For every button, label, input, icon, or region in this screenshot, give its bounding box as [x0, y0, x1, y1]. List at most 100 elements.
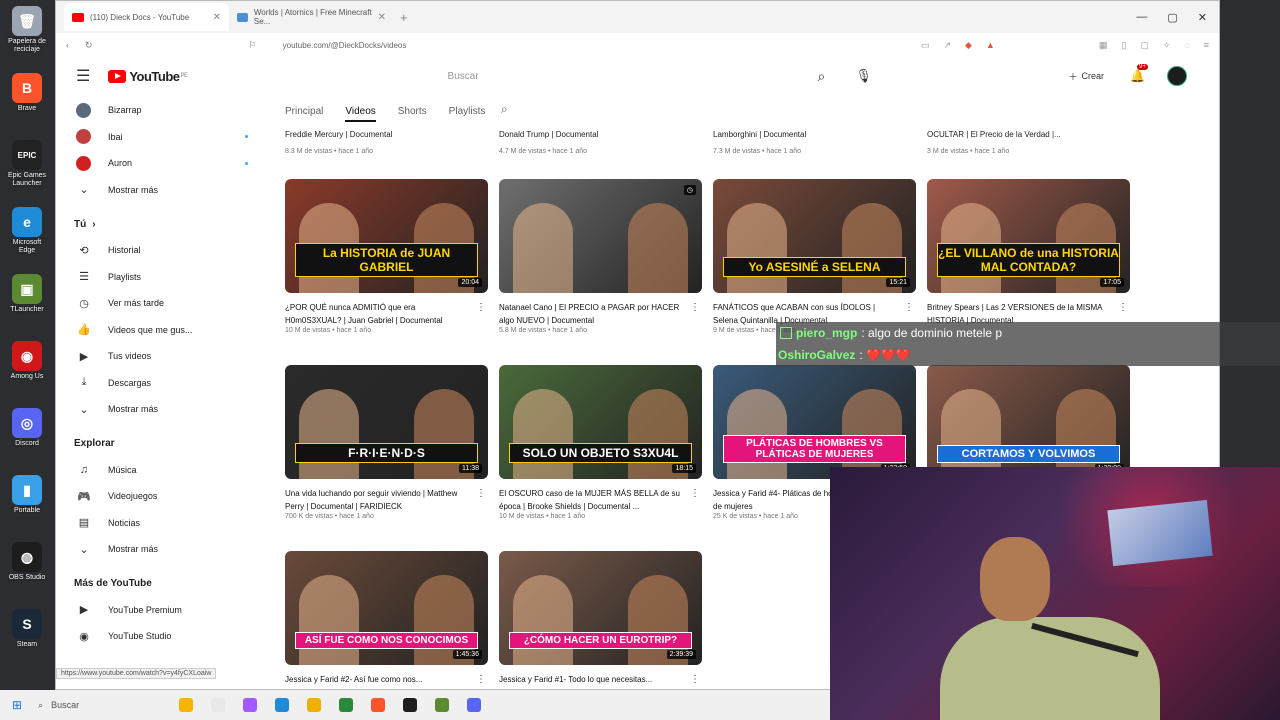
more-options-icon[interactable]: ⋮: [690, 487, 700, 500]
sidebar-you-item[interactable]: ⟲ Historial: [56, 237, 266, 264]
desktop-icon[interactable]: ◎ Discord: [4, 408, 50, 448]
close-tab-icon[interactable]: ✕: [213, 12, 221, 23]
desktop-icon[interactable]: ◍ OBS Studio: [4, 542, 50, 582]
video-thumbnail[interactable]: ◷: [499, 179, 702, 293]
sidebar-explore-item[interactable]: ⌄ Mostrar más: [56, 536, 266, 563]
search-input[interactable]: Buscar: [448, 71, 788, 82]
new-tab-button[interactable]: +: [400, 10, 408, 25]
video-thumbnail[interactable]: CORTAMOS Y VOLVIMOS1:30:09: [927, 365, 1130, 479]
menu-icon[interactable]: ≡: [1204, 40, 1209, 51]
search-icon[interactable]: ⌕: [818, 68, 826, 85]
sidebar-explore-item[interactable]: ♫ Música: [56, 457, 266, 484]
sidebar-explore-item[interactable]: 🎮 Videojuegos: [56, 483, 266, 510]
sidebar-you-item[interactable]: ⌄ Mostrar más: [56, 396, 266, 423]
taskbar-app-icon[interactable]: [339, 698, 354, 712]
video-card[interactable]: ¿CÓMO HACER UN EUROTRIP? 2:39:39 Jessica y…: [499, 551, 702, 686]
desktop-icon[interactable]: 🗑 Papelera de reciclaje: [4, 6, 50, 54]
taskbar-app-icon[interactable]: [179, 698, 194, 712]
video-card[interactable]: F·R·I·E·N·D·S 11:38 Una vida luchando por …: [285, 365, 488, 520]
video-title[interactable]: ¿POR QUÉ nunca ADMITIÓ que era H0m0S3XUA…: [285, 301, 488, 327]
notifications-button[interactable]: 🔔 9+: [1130, 64, 1148, 83]
sidebar-sub-item[interactable]: Ibai: [56, 124, 266, 151]
video-title[interactable]: Jessica y Farid #1- Todo lo que necesita…: [499, 673, 702, 686]
video-title[interactable]: Jessica y Farid #2- Así fue como nos... ⋮: [285, 673, 488, 686]
rewards-icon[interactable]: ▲: [986, 40, 995, 51]
sidebar-sub-item[interactable]: Bizarrap: [56, 97, 266, 124]
taskbar-app-icon[interactable]: [435, 698, 450, 712]
more-options-icon[interactable]: ⋮: [476, 673, 486, 686]
channel-search-icon[interactable]: ⌕: [501, 102, 508, 117]
bookmark-icon[interactable]: ⚐: [249, 40, 257, 51]
close-window-button[interactable]: ✕: [1198, 11, 1207, 24]
partial-video-title[interactable]: Freddie Mercury | Documental: [285, 128, 392, 141]
sidebar-you-item[interactable]: 👍 Videos que me gus...: [56, 317, 266, 344]
taskbar-app-icon[interactable]: [211, 698, 226, 712]
video-thumbnail[interactable]: ASÍ FUE COMO NOS CONOCIMOS 1:45:36: [285, 551, 488, 665]
back-icon[interactable]: ‹: [66, 40, 69, 50]
maximize-button[interactable]: ▢: [1167, 11, 1177, 24]
sidebar-sub-item[interactable]: Auron: [56, 150, 266, 177]
url-field[interactable]: youtube.com/@DieckDocks/videos: [283, 41, 407, 50]
sidebar-you-item[interactable]: ▶ Tus videos: [56, 343, 266, 370]
partial-video-title[interactable]: Lamborghini | Documental: [713, 128, 806, 141]
desktop-icon[interactable]: ◉ Among Us: [4, 341, 50, 381]
video-thumbnail[interactable]: F·R·I·E·N·D·S 11:38: [285, 365, 488, 479]
partial-video-title[interactable]: OCULTAR | El Precio de la Verdad |...: [927, 128, 1061, 141]
taskbar-app-icon[interactable]: [307, 698, 322, 712]
brave-shield-icon[interactable]: ◆: [965, 40, 972, 51]
menu-hamburger-icon[interactable]: ☰: [76, 66, 90, 86]
more-options-icon[interactable]: ⋮: [690, 301, 700, 314]
desktop-icon[interactable]: S Steam: [4, 609, 50, 649]
close-tab-icon[interactable]: ✕: [378, 12, 386, 23]
watch-later-icon[interactable]: ◷: [683, 185, 696, 195]
sidebar-you-item[interactable]: ⤓ Descargas: [56, 370, 266, 397]
taskbar-app-icon[interactable]: [243, 698, 258, 712]
avatar[interactable]: [1167, 66, 1187, 86]
wallet-icon[interactable]: ▢: [1140, 40, 1149, 51]
video-card[interactable]: La HISTORIA de JUAN GABRIEL 20:04 ¿POR QUÉ…: [285, 179, 488, 334]
video-thumbnail[interactable]: ¿EL VILLANO de una HISTORIA MAL CONTADA?…: [927, 179, 1130, 293]
tab-playlists[interactable]: Playlists: [449, 106, 486, 117]
vpn-icon[interactable]: ◌: [1184, 40, 1189, 51]
share-icon[interactable]: ↗: [943, 40, 951, 51]
tab-principal[interactable]: Principal: [285, 106, 323, 117]
video-title[interactable]: Natanael Cano | El PRECIO a PAGAR por HA…: [499, 301, 702, 327]
youtube-logo[interactable]: YouTube PE: [108, 69, 188, 84]
video-thumbnail[interactable]: ¿CÓMO HACER UN EUROTRIP? 2:39:39: [499, 551, 702, 665]
minimize-button[interactable]: —: [1136, 11, 1147, 24]
more-options-icon[interactable]: ⋮: [1118, 301, 1128, 314]
microphone-icon[interactable]: 🎙: [855, 68, 872, 84]
partial-video-title[interactable]: Donald Trump | Documental: [499, 128, 598, 141]
video-title[interactable]: Una vida luchando por seguir viviendo | …: [285, 487, 488, 513]
sidebar-icon[interactable]: ▯: [1121, 40, 1126, 51]
taskbar-app-icon[interactable]: [371, 698, 386, 712]
sidebar-show-more[interactable]: ⌄ Mostrar más: [56, 177, 266, 204]
video-card[interactable]: SOLO UN OBJETO S3XU4L 18:15 El OSCURO caso…: [499, 365, 702, 520]
tab-videos[interactable]: Videos: [345, 106, 376, 122]
sidebar-you-item[interactable]: ◷ Ver más tarde: [56, 290, 266, 317]
video-thumbnail[interactable]: Yo ASESINÉ a SELENA 15:21: [713, 179, 916, 293]
reload-icon[interactable]: ↻: [85, 40, 93, 51]
video-card[interactable]: ¿EL VILLANO de una HISTORIA MAL CONTADA?…: [927, 179, 1130, 327]
cast-icon[interactable]: ▭: [921, 40, 930, 51]
video-card[interactable]: Yo ASESINÉ a SELENA 15:21 FANÁTICOS que AC…: [713, 179, 916, 334]
sidebar-more-item[interactable]: ▶ YouTube Premium: [56, 597, 266, 624]
taskbar-app-icon[interactable]: [275, 698, 290, 712]
taskbar-app-icon[interactable]: [467, 698, 482, 712]
video-card[interactable]: ◷ Natanael Cano | El PRECIO a PAGAR por H…: [499, 179, 702, 334]
create-button[interactable]: ＋ Crear: [1069, 70, 1105, 83]
desktop-icon[interactable]: B Brave: [4, 73, 50, 113]
desktop-icon[interactable]: EPIC Epic Games Launcher: [4, 140, 50, 188]
tab-worlds[interactable]: Worlds | Atornics | Free Minecraft Se...…: [229, 3, 394, 31]
desktop-icon[interactable]: ▣ TLauncher: [4, 274, 50, 314]
sidebar-explore-item[interactable]: ▤ Noticias: [56, 510, 266, 537]
video-thumbnail[interactable]: PLÁTICAS DE HOMBRES VS PLÁTICAS DE MUJER…: [713, 365, 916, 479]
more-options-icon[interactable]: ⋮: [476, 487, 486, 500]
more-options-icon[interactable]: ⋮: [690, 673, 700, 686]
video-title[interactable]: El OSCURO caso de la MUJER MÁS BELLA de …: [499, 487, 702, 513]
desktop-icon[interactable]: ▮ Portable: [4, 475, 50, 515]
taskbar-app-icon[interactable]: [403, 698, 418, 712]
sidebar-you-header[interactable]: Tú ›: [56, 211, 266, 237]
more-options-icon[interactable]: ⋮: [476, 301, 486, 314]
tab-shorts[interactable]: Shorts: [398, 106, 427, 117]
